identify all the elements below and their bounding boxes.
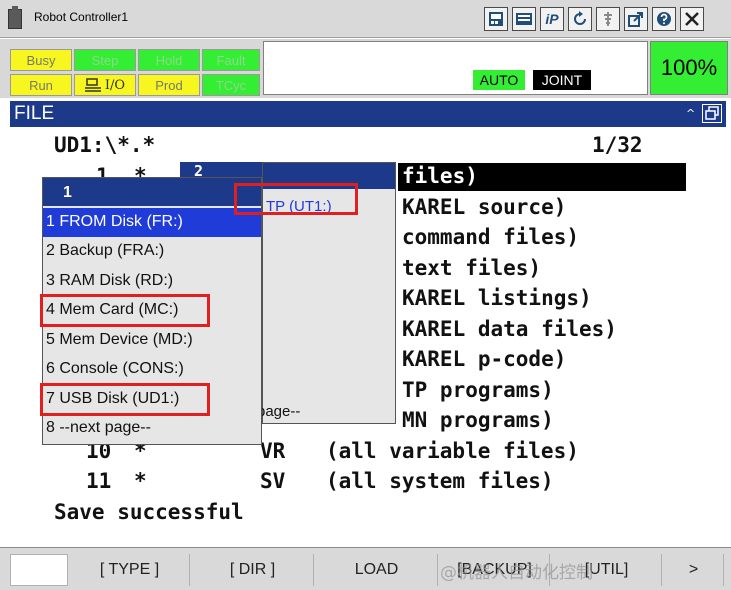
- device-menu-header: 1: [43, 178, 261, 206]
- type-key[interactable]: [ TYPE ]: [70, 554, 190, 586]
- file-type-row[interactable]: KAREL source): [402, 195, 566, 219]
- maximize-icon[interactable]: [702, 104, 722, 123]
- coord-badge: JOINT: [533, 70, 591, 90]
- device-menu-item[interactable]: 1 FROM Disk (FR:): [43, 208, 261, 237]
- file-type-row[interactable]: KAREL listings): [402, 286, 592, 310]
- row-mark: *: [134, 469, 147, 493]
- load-key[interactable]: LOAD: [316, 554, 438, 586]
- file-type-row[interactable]: KAREL data files): [402, 317, 617, 341]
- antenna-icon[interactable]: [596, 7, 620, 31]
- close-icon[interactable]: [680, 7, 704, 31]
- row-number: 11: [86, 469, 112, 493]
- file-type-row[interactable]: TP programs): [402, 378, 554, 402]
- screen-header: FILE ^: [10, 101, 726, 127]
- file-type-row[interactable]: KAREL p-code): [402, 347, 566, 371]
- external-link-icon[interactable]: [624, 7, 648, 31]
- status-fault: Fault: [202, 49, 260, 71]
- mode-badge: AUTO: [473, 70, 525, 90]
- status-hold: Hold: [138, 49, 200, 71]
- ip-button[interactable]: iP: [540, 7, 564, 31]
- status-busy: Busy: [10, 49, 72, 71]
- device-menu-item[interactable]: 3 RAM Disk (RD:): [43, 267, 261, 296]
- file-type-row[interactable]: text files): [402, 256, 541, 280]
- directory-path: UD1:\*.*: [54, 133, 156, 157]
- window-title: Robot Controller1: [34, 10, 129, 24]
- prev-key[interactable]: [10, 554, 68, 586]
- file-type-row[interactable]: files): [402, 164, 478, 188]
- file-type-row[interactable]: (all system files): [326, 469, 554, 493]
- file-type-row[interactable]: (all variable files): [326, 439, 579, 463]
- device-menu-item[interactable]: 8 --next page--: [43, 414, 261, 443]
- highlight-box: [234, 183, 358, 215]
- next-page-key[interactable]: >: [664, 554, 724, 586]
- page-indicator: 1/32: [592, 133, 643, 157]
- highlight-box: [40, 294, 210, 327]
- watermark: @机器人自动化控制: [440, 563, 593, 583]
- submenu-next-page[interactable]: page--: [257, 403, 300, 420]
- file-type-row[interactable]: MN programs): [402, 408, 554, 432]
- highlight-box: [40, 383, 210, 416]
- help-icon[interactable]: [652, 7, 676, 31]
- caret-up-icon[interactable]: ^: [686, 107, 695, 120]
- dir-key[interactable]: [ DIR ]: [192, 554, 314, 586]
- status-io: I/O: [74, 74, 136, 96]
- controller-icon: [8, 6, 22, 29]
- status-tcyc: TCyc: [202, 74, 260, 96]
- device-menu-item[interactable]: 5 Mem Device (MD:): [43, 326, 261, 355]
- row-extension: SV: [260, 469, 286, 493]
- submenu-header-extension: 2: [180, 162, 262, 180]
- status-message: Save successful: [54, 500, 244, 524]
- status-step: Step: [74, 49, 136, 71]
- function-key-bar: [ TYPE ] [ DIR ] LOAD [BACKUP] [UTIL] >: [0, 547, 731, 590]
- device-menu-item[interactable]: 2 Backup (FRA:): [43, 237, 261, 266]
- io-icon: [84, 78, 101, 92]
- status-run: Run: [10, 74, 72, 96]
- row-extension: VR: [260, 439, 286, 463]
- device-menu-item[interactable]: 6 Console (CONS:): [43, 355, 261, 384]
- status-io-label: I/O: [104, 77, 126, 93]
- keyboard-icon[interactable]: [512, 7, 536, 31]
- override-percent[interactable]: 100%: [650, 41, 728, 95]
- refresh-icon[interactable]: [568, 7, 592, 31]
- screen-title: FILE: [14, 103, 55, 124]
- file-type-row[interactable]: command files): [402, 225, 579, 249]
- teach-pendant-icon[interactable]: [484, 7, 508, 31]
- status-prod: Prod: [138, 74, 200, 96]
- window-title-bar: Robot Controller1 iP: [0, 0, 731, 38]
